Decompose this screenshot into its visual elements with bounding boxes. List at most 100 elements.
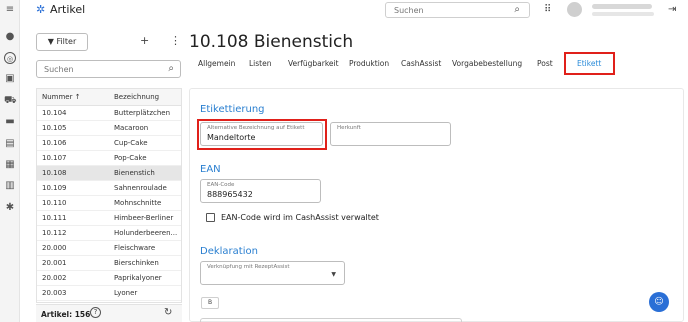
article-icon[interactable]: ◎	[4, 52, 16, 64]
column-header-nummer[interactable]: Nummer ↑	[42, 93, 81, 101]
list-item-bezeichnung: Mohnschnitte	[114, 199, 162, 207]
list-item[interactable]: 10.105 Macaroon	[37, 121, 181, 136]
list-search-input[interactable]	[44, 64, 154, 75]
list-item[interactable]: 10.112 Holunderbeeren...	[37, 226, 181, 241]
filter-label: Filter	[56, 37, 77, 46]
tab-verfügbarkeit[interactable]: Verfügbarkeit	[288, 59, 339, 68]
avatar[interactable]	[567, 2, 582, 17]
list-item-nummer: 10.108	[42, 169, 67, 177]
apps-grid-icon[interactable]: ⠿	[544, 4, 551, 16]
page-title: 10.108 Bienenstich	[189, 32, 354, 52]
list-item-bezeichnung: Cup-Cake	[114, 139, 148, 147]
list-item-nummer: 20.000	[42, 244, 67, 252]
list-item-nummer: 10.107	[42, 154, 67, 162]
ean-code-label: EAN-Code	[207, 182, 235, 188]
ean-cashassist-checkbox[interactable]	[206, 213, 215, 222]
list-item-nummer: 10.109	[42, 184, 67, 192]
tab-post[interactable]: Post	[537, 59, 553, 68]
list-search[interactable]: ⌕	[36, 60, 181, 78]
list-item-bezeichnung: Fleischware	[114, 244, 156, 252]
rezeptassist-label: Verknüpfung mit RezeptAssist	[207, 264, 290, 270]
tab-listen[interactable]: Listen	[249, 59, 271, 68]
list-item-bezeichnung: Paprikalyoner	[114, 274, 162, 282]
tab-vorgabebestellung[interactable]: Vorgabebestellung	[452, 59, 522, 68]
tab-produktion[interactable]: Produktion	[349, 59, 389, 68]
list-item-nummer: 20.001	[42, 259, 67, 267]
list-item-bezeichnung: Macaroon	[114, 124, 149, 132]
filter-button[interactable]: ▼ Filter	[36, 33, 88, 51]
list-item-nummer: 20.002	[42, 274, 67, 282]
add-icon[interactable]: +	[140, 35, 149, 47]
truck-icon[interactable]: ▬	[4, 116, 16, 128]
chart-icon[interactable]: ▥	[4, 180, 16, 192]
rezeptassist-select[interactable]: Verknüpfung mit RezeptAssist ▼	[200, 261, 345, 285]
list-item-bezeichnung: Sahnenroulade	[114, 184, 167, 192]
app-title: Artikel	[50, 3, 86, 16]
gear-icon[interactable]: ✱	[4, 202, 16, 214]
global-search-input[interactable]	[394, 4, 504, 16]
dropdown-arrow-icon[interactable]: ▼	[331, 271, 336, 278]
article-count: Artikel: 156	[41, 310, 91, 319]
list-item[interactable]: 10.111 Himbeer-Berliner	[37, 211, 181, 226]
top-bar	[20, 0, 688, 22]
list-item[interactable]: 10.104 Butterplätzchen	[37, 106, 181, 121]
herkunft-label: Herkunft	[337, 125, 361, 131]
artikel-logo-icon: ✲	[36, 3, 46, 16]
global-search[interactable]: ⌕	[385, 2, 530, 18]
list-item[interactable]: 10.108 Bienenstich	[37, 166, 181, 181]
list-item[interactable]: 10.110 Mohnschnitte	[37, 196, 181, 211]
list-item-bezeichnung: Holunderbeeren...	[114, 229, 178, 237]
herkunft-field[interactable]: Herkunft	[330, 122, 451, 146]
list-item-bezeichnung: Lyoner	[114, 289, 138, 297]
ean-cashassist-label: EAN-Code wird im CashAssist verwaltet	[221, 213, 379, 222]
list-item-nummer: 10.112	[42, 229, 67, 237]
refresh-icon[interactable]: ↻	[164, 307, 172, 319]
user-name-blurred	[592, 4, 652, 9]
list-footer: Artikel: 156 ? ↻	[36, 304, 182, 322]
ean-code-value[interactable]: 888965432	[207, 190, 253, 199]
list-item-bezeichnung: Butterplätzchen	[114, 109, 171, 117]
cash-icon[interactable]: ▤	[4, 138, 16, 150]
b-button[interactable]: B	[201, 297, 219, 309]
list-item-bezeichnung: Bierschinken	[114, 259, 159, 267]
column-header-bezeichnung[interactable]: Bezeichnung	[114, 93, 159, 101]
partial-field[interactable]	[200, 318, 462, 322]
chat-bot-icon[interactable]: ☺	[649, 292, 669, 312]
tab-cashassist[interactable]: CashAssist	[401, 59, 441, 68]
user-email-blurred	[592, 12, 654, 16]
list-item[interactable]: 10.109 Sahnenroulade	[37, 181, 181, 196]
highlight-tab-etikett	[564, 52, 615, 75]
list-item-nummer: 10.104	[42, 109, 67, 117]
section-title-deklaration: Deklaration	[200, 246, 258, 257]
list-item[interactable]: 20.000 Fleischware	[37, 241, 181, 256]
list-item-nummer: 10.106	[42, 139, 67, 147]
list-item-nummer: 10.111	[42, 214, 67, 222]
search-icon[interactable]: ⌕	[514, 3, 520, 17]
menu-icon[interactable]: ≡	[4, 4, 16, 16]
more-options-icon[interactable]: ⋮	[170, 35, 181, 47]
cart-icon[interactable]: ⛟	[4, 95, 17, 107]
article-list: Nummer ↑ Bezeichnung 10.104 Butterplätzch…	[36, 88, 182, 303]
list-item-nummer: 10.105	[42, 124, 67, 132]
filter-icon: ▼	[47, 37, 54, 46]
list-item-nummer: 10.110	[42, 199, 67, 207]
section-title-ean: EAN	[200, 164, 221, 175]
list-header: Nummer ↑ Bezeichnung	[37, 89, 181, 106]
ean-code-field[interactable]: EAN-Code 888965432	[200, 179, 321, 203]
box-icon[interactable]: ▣	[4, 73, 16, 85]
list-item[interactable]: 20.001 Bierschinken	[37, 256, 181, 271]
list-item[interactable]: 10.107 Pop-Cake	[37, 151, 181, 166]
help-icon[interactable]: ?	[90, 307, 101, 318]
list-item[interactable]: 10.106 Cup-Cake	[37, 136, 181, 151]
list-item[interactable]: 20.002 Paprikalyoner	[37, 271, 181, 286]
list-item-bezeichnung: Bienenstich	[114, 169, 155, 177]
search-icon[interactable]: ⌕	[168, 62, 174, 76]
list-item-bezeichnung: Pop-Cake	[114, 154, 147, 162]
highlight-alt-bezeichnung	[197, 119, 327, 150]
list-item[interactable]: 20.003 Lyoner	[37, 286, 181, 301]
logout-icon[interactable]: ⇥	[668, 4, 676, 16]
person-icon[interactable]: ●	[4, 31, 16, 43]
clipboard-icon[interactable]: ▦	[4, 159, 16, 171]
nav-rail: ≡ ● ◎ ▣ ⛟ ▬ ▤ ▦ ▥ ✱	[0, 0, 20, 322]
tab-allgemein[interactable]: Allgemein	[198, 59, 235, 68]
